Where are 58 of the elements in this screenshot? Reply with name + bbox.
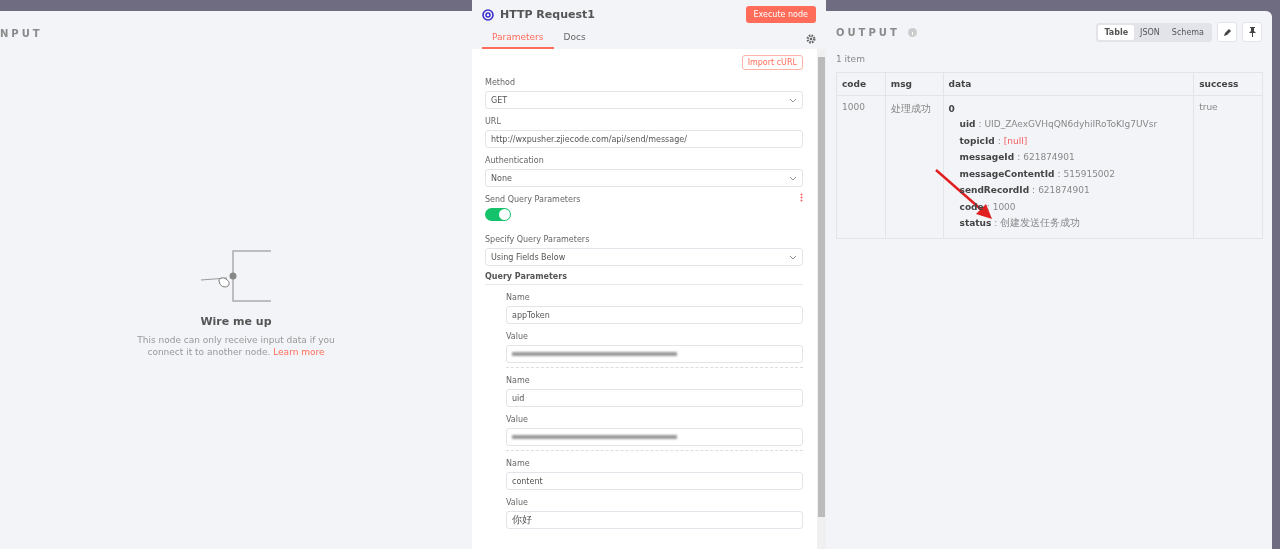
table-cell: 处理成功 (885, 95, 944, 238)
authentication-select[interactable]: None (485, 169, 803, 187)
field-label: Value (506, 415, 529, 424)
url-field[interactable]: http://wxpusher.zjiecode.com/api/send/message/ (485, 130, 803, 148)
value-field[interactable] (506, 428, 803, 446)
pin-button[interactable] (1242, 22, 1262, 42)
pencil-icon (1222, 27, 1232, 37)
name-field[interactable]: uid (506, 389, 803, 407)
chevron-down-icon (789, 254, 797, 260)
value-field[interactable]: 你好 (506, 511, 803, 529)
field-label: Name (506, 376, 531, 385)
info-icon (907, 27, 917, 37)
scrollbar-thumb[interactable] (818, 57, 825, 517)
specify-query-select[interactable]: Using Fields Below (485, 248, 803, 266)
key-value-line: messageContentId : 515915002 (959, 167, 1117, 181)
key-value-line: uid : UID_ZAexGVHqQN6dyhiIRoToKIg7UVsr (959, 118, 1159, 131)
column-header: msg (885, 72, 944, 96)
field-label: Method (485, 78, 516, 87)
toggle-switch[interactable] (485, 208, 511, 221)
key-value-line: sendRecordId : 621874901 (959, 184, 1091, 197)
column-header: data (943, 72, 1194, 96)
field-label: Send Query Parameters (485, 195, 581, 204)
key-value-line: status : 创建发送任务成功 (959, 216, 1082, 230)
field-label: Value (506, 332, 529, 341)
empty-state-title: Wire me up (200, 315, 272, 328)
chevron-down-icon (789, 175, 797, 181)
chevron-down-icon (789, 97, 797, 103)
edit-button[interactable] (1217, 22, 1237, 42)
view-tab[interactable]: JSON (1134, 24, 1166, 40)
more-icon[interactable] (800, 193, 803, 202)
pin-icon (1247, 27, 1257, 37)
tab[interactable]: Docs (553, 29, 596, 49)
field-label: URL (485, 117, 502, 126)
table-cell: 1000 (836, 95, 886, 238)
node-title: HTTP Request1 (500, 8, 595, 21)
view-tab[interactable]: Schema (1165, 24, 1210, 40)
table-cell: true (1193, 95, 1263, 238)
key-value-line: topicId : [null] (959, 134, 1029, 148)
key-value-line: messageId : 621874901 (959, 151, 1076, 164)
panel-title: NPUT (0, 28, 44, 39)
value-field[interactable] (506, 345, 803, 363)
column-header: code (836, 72, 886, 96)
item-count: 1 item (836, 54, 866, 64)
field-label: Value (506, 498, 529, 507)
settings-icon[interactable] (806, 34, 816, 44)
field-label: Name (506, 293, 531, 302)
field-label: Authentication (485, 156, 545, 165)
field-label: Specify Query Parameters (485, 235, 591, 244)
panel-title: OUTPUT (836, 26, 900, 38)
view-tab[interactable]: Table (1098, 24, 1135, 40)
name-field[interactable]: appToken (506, 306, 803, 324)
empty-state-text: This node can only receive input data if you connect it to another node. Learn more (136, 334, 336, 358)
method-select[interactable]: GET (485, 91, 803, 109)
field-label: Name (506, 459, 531, 468)
name-field[interactable]: content (506, 472, 803, 490)
array-index: 0 (948, 103, 956, 116)
column-header: success (1193, 72, 1263, 96)
section-title: Query Parameters (485, 272, 803, 285)
